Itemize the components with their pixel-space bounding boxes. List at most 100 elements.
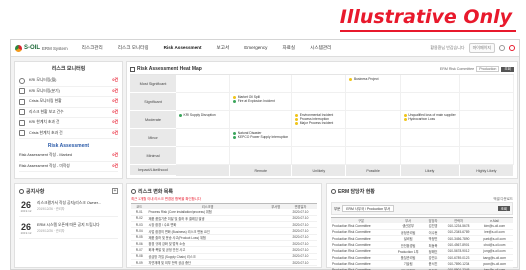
heat-map-cell [176,75,231,93]
risk-marker[interactable]: Business Project [349,77,396,81]
mypage-button[interactable]: 마이페이지 [468,43,495,53]
count-badge: 0건 [112,120,118,125]
count-badge: 0건 [112,130,118,135]
notice-item[interactable]: 26 2019.12 ERM 시스템 오픈에 따른 공지 드립니다 2019/1… [19,223,118,239]
nav-item-risk-management[interactable]: 리스크관리 [82,45,103,51]
count-badge: 0건 [112,99,118,104]
erm-owner-panel: ERM 담당자 현황 엑셀 다운로드 부문 ERM 사무국 / Producti… [326,183,518,270]
period-select[interactable]: Production [476,66,500,72]
heat-row-label: Impact/Likelihood [130,165,176,176]
notice-day: 26 [20,200,31,210]
risk-monitoring-panel: 리스크 모니터링 KRI 모니터링(월) 0건 KRI 모니터링(분기) 0건 … [14,61,123,179]
table-cell: 자연재해 및 외부 전력 공급 중단 [147,259,268,267]
heat-map-cell: KRI Supply Disruption [176,111,231,129]
heat-col-label: Possible [346,165,401,176]
risk-marker[interactable]: Hydrocarbon Loss [403,117,456,122]
heat-map-cell [292,93,347,111]
heat-map-cell [176,129,231,147]
notice-month: 2019.12 [20,209,32,213]
list-item[interactable]: KRI 모니터링(분기) 0건 [19,87,118,97]
risk-marker[interactable]: Fire at Explosion Incident [233,99,288,103]
list-item[interactable]: 리스크 현황 보고 건수 0건 [19,108,118,118]
list-item-label: KRI 모니터링(분기) [29,88,60,93]
risk-dot-icon [233,135,237,139]
heat-map-cell [346,129,401,147]
heat-map-cell [459,75,514,93]
document-icon [19,119,25,126]
notice-day: 26 [20,222,31,232]
notice-panel: 공지사항 + 26 2019.12 리스크평가서 작성 공지(리스크 Owner… [14,183,123,268]
heat-row-label: Minor [130,129,176,147]
notice-meta: 2019/12/26 · 관리자 [37,229,65,233]
illustrative-banner: Illustrative Only [294,0,526,36]
risk-label: KRI Supply Disruption [183,113,216,117]
heat-map-grid: Most Significant Business Project Signific… [130,74,514,176]
nav-item-emergency[interactable]: Emergency [244,45,267,51]
search-button[interactable]: 조회 [497,206,510,211]
settings-icon[interactable] [499,45,505,51]
list-item-label: Risk Assessment 작성 - Marked [19,153,72,158]
risk-dot-icon [179,113,182,117]
list-item-label: Risk Assessment 작성 - 미작성 [19,163,70,168]
list-item[interactable]: Risk Assessment 작성 - 미작성 0건 [19,162,118,172]
heat-map-cell: Business Project [346,75,401,93]
nav-item-risk-assessment[interactable]: Risk Assessment [164,45,202,51]
risk-marker[interactable]: KRI Supply Disruption [179,113,226,117]
banner-underline [340,30,516,32]
heat-map-cell [230,111,293,129]
logout-icon[interactable] [509,45,515,51]
division-select[interactable]: ERM 사무국 / Production 부서 [342,205,395,212]
heat-map-cell: Environmental Incident Process interrupti… [292,111,347,129]
filter-label: 부문 [334,207,341,211]
nav-item-risk-monitoring[interactable]: 리스크 모니터링 [118,45,149,51]
main-menu: 리스크관리 리스크 모니터링 Risk Assessment 보고서 Emerg… [82,45,332,51]
heat-col-label [176,165,231,176]
risk-marker[interactable]: Major Process Incident [295,121,342,125]
list-item[interactable]: Crisis 모니터링 현황 0건 [19,97,118,108]
list-item[interactable]: KRI 모니터링(월) 0건 [19,76,118,87]
nav-item-reports[interactable]: 보고서 [217,45,230,51]
list-item[interactable]: KRI 한계치 초과 건 0건 [19,118,118,129]
risk-dot-icon [233,131,237,135]
risk-dot-icon [233,95,237,99]
risk-assessment-heading: Risk Assessment [47,143,90,149]
more-plus-icon[interactable]: + [112,188,118,194]
heat-col-label: Likely [400,165,460,176]
risk-label: Fire at Explosion Incident [237,99,275,104]
risk-dot-icon [295,122,299,125]
risk-dot-icon [295,113,299,117]
risk-dot-icon [295,117,299,121]
owner-filter-bar: 부문 ERM 사무국 / Production 부서 조회 [331,202,513,215]
heat-map-cell [176,147,231,165]
committee-label: ERM Risk Committee [439,67,475,71]
heat-map-cell [400,93,460,111]
table-row[interactable]: R-09 자연재해 및 외부 전력 공급 중단 2020.07.10 [131,259,317,267]
brand-name: S-OIL [24,45,40,51]
search-button[interactable]: 조회 [501,66,514,72]
heat-map-cell [346,147,401,165]
risk-marker[interactable]: KEPCO Power Supply Interruption [233,135,288,139]
people-icon [331,188,336,194]
document-icon [19,109,25,116]
heat-row-label: Most Significant [130,75,176,93]
heat-row-label: Significant [130,93,176,111]
risk-label: Hydrocarbon Loss [408,117,436,122]
document-icon [19,98,25,105]
heat-map-cell [400,129,460,147]
nav-item-system-admin[interactable]: 시스템관리 [310,45,331,51]
heat-map-filters: ERM Risk Committee Production 조회 [440,66,514,72]
excel-download-link[interactable]: 엑셀 다운로드 [331,196,513,201]
notice-item[interactable]: 26 2019.12 리스크평가서 작성 공지(리스크 Owner... 201… [19,201,118,217]
nav-item-library[interactable]: 자료실 [282,45,295,51]
logo[interactable]: S-OIL ERM System [15,44,68,52]
list-icon [131,188,136,194]
heat-col-label: Remote [230,165,293,176]
heat-map-cell [292,75,347,93]
document-icon [19,88,25,95]
risk-dot-icon [403,113,407,117]
list-item[interactable]: Crisis 한계치 초과 건 0건 [19,129,118,139]
illustrative-only-label: Illustrative Only [339,6,512,28]
soil-logo-icon [15,44,22,52]
list-item[interactable]: Risk Assessment 작성 - Marked 0건 [19,151,118,162]
count-badge: 0건 [112,88,118,93]
